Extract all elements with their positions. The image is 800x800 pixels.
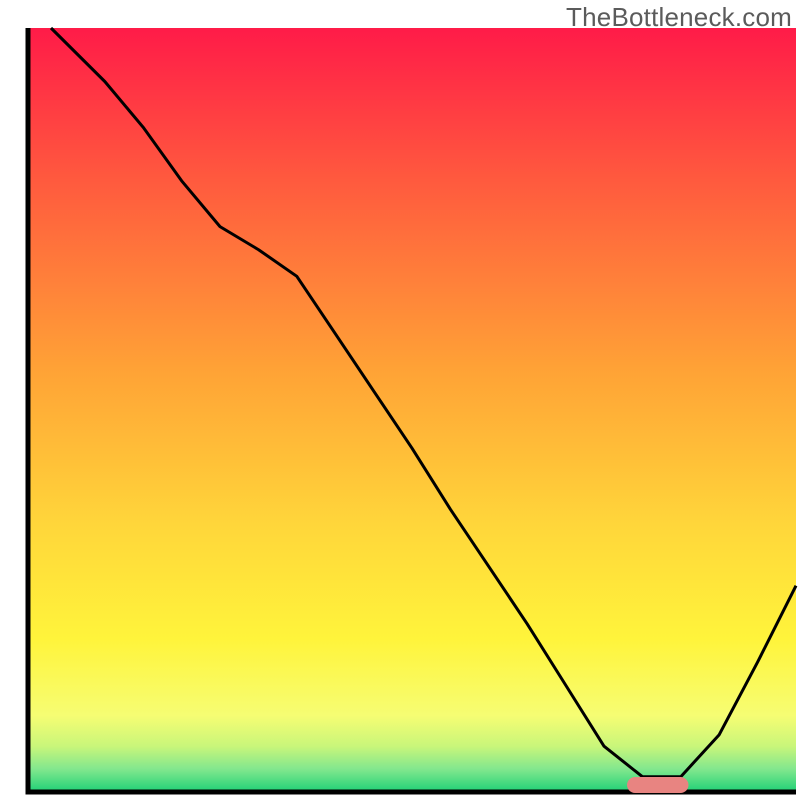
watermark-text: TheBottleneck.com: [566, 2, 792, 33]
chart-container: [0, 0, 800, 800]
chart-background: [28, 28, 796, 792]
bottleneck-marker: [627, 777, 688, 793]
bottleneck-chart: [0, 0, 800, 800]
